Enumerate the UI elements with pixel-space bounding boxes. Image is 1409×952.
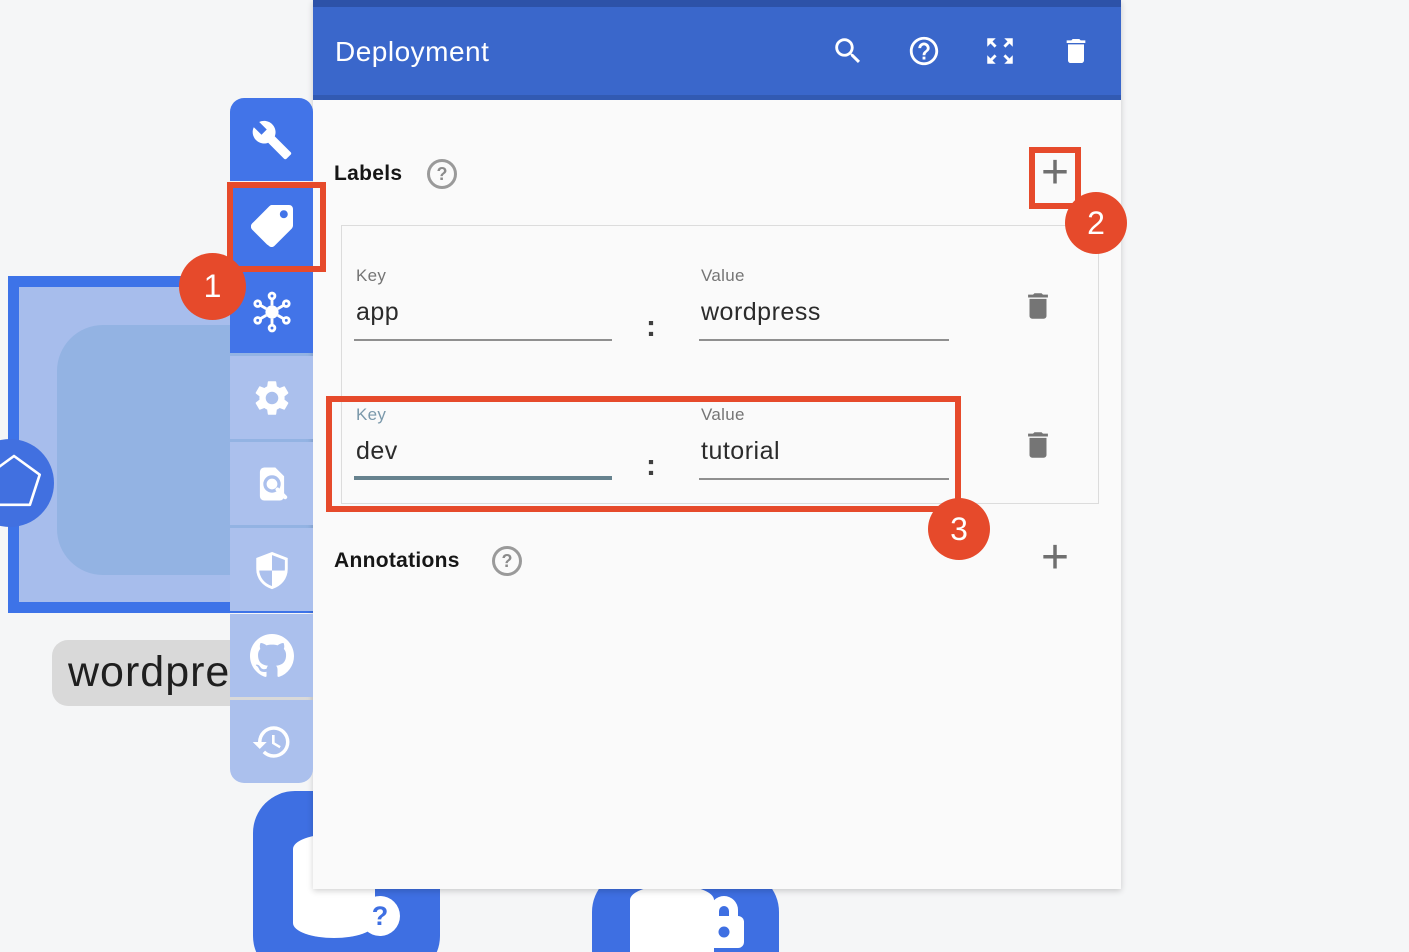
node-toolbar bbox=[230, 98, 313, 783]
wrench-icon bbox=[251, 119, 293, 161]
value-field-label: Value bbox=[701, 266, 745, 286]
trash-icon bbox=[1060, 35, 1092, 67]
search-icon bbox=[831, 34, 865, 68]
key-value-separator: : bbox=[646, 310, 656, 344]
toolbar-github-button[interactable] bbox=[230, 614, 313, 697]
value-field-label: Value bbox=[701, 405, 745, 425]
help-button[interactable] bbox=[906, 33, 942, 69]
pentagon-node-badge[interactable] bbox=[0, 437, 56, 529]
value-input[interactable] bbox=[699, 298, 949, 341]
tag-icon bbox=[251, 205, 293, 247]
trash-icon bbox=[1021, 428, 1055, 462]
toolbar-history-button[interactable] bbox=[230, 700, 313, 783]
document-search-icon bbox=[250, 462, 294, 506]
toolbar-labels-button[interactable] bbox=[230, 184, 313, 267]
toolbar-inspect-button[interactable] bbox=[230, 442, 313, 525]
labels-help-icon[interactable]: ? bbox=[427, 159, 457, 189]
labels-section-title: Labels bbox=[334, 162, 402, 186]
key-field-label: Key bbox=[356, 266, 386, 286]
label-row: Key : Value bbox=[342, 365, 1098, 504]
details-panel: Deployment Labels ? + bbox=[313, 0, 1121, 889]
search-button[interactable] bbox=[830, 33, 866, 69]
toolbar-security-button[interactable] bbox=[230, 528, 313, 611]
label-key-field: Key bbox=[354, 365, 610, 504]
annotations-section-title: Annotations bbox=[334, 549, 460, 573]
labels-list: Key : Value Key : bbox=[341, 225, 1099, 504]
panel-header: Deployment bbox=[313, 0, 1121, 100]
delete-label-button[interactable] bbox=[1018, 286, 1058, 326]
annotations-help-icon[interactable]: ? bbox=[492, 546, 522, 576]
kube-graph-editor: wordpress ? bbox=[0, 0, 1409, 952]
expand-icon bbox=[983, 34, 1017, 68]
label-key-field: Key bbox=[354, 226, 610, 365]
delete-label-button[interactable] bbox=[1018, 425, 1058, 465]
value-input[interactable] bbox=[699, 437, 949, 480]
add-annotation-button[interactable]: + bbox=[1033, 538, 1077, 582]
label-value-field: Value bbox=[699, 365, 947, 504]
toolbar-build-button[interactable] bbox=[230, 98, 313, 181]
add-label-button[interactable]: + bbox=[1033, 153, 1077, 197]
question-glyph: ? bbox=[372, 901, 389, 931]
key-value-separator: : bbox=[646, 449, 656, 483]
panel-title: Deployment bbox=[335, 36, 489, 68]
trash-icon bbox=[1021, 289, 1055, 323]
toolbar-network-button[interactable] bbox=[230, 270, 313, 353]
fit-view-button[interactable] bbox=[982, 33, 1018, 69]
key-input[interactable] bbox=[354, 437, 612, 480]
history-icon bbox=[251, 721, 293, 763]
help-icon bbox=[907, 34, 941, 68]
toolbar-settings-button[interactable] bbox=[230, 356, 313, 439]
panel-header-actions bbox=[830, 33, 1094, 69]
label-value-field: Value bbox=[699, 226, 947, 365]
shield-icon bbox=[250, 548, 294, 592]
key-input[interactable] bbox=[354, 298, 612, 341]
label-row: Key : Value bbox=[342, 226, 1098, 365]
delete-node-button[interactable] bbox=[1058, 33, 1094, 69]
key-field-label: Key bbox=[356, 405, 386, 425]
gear-icon bbox=[251, 377, 293, 419]
hub-icon bbox=[250, 290, 294, 334]
github-icon bbox=[250, 634, 294, 678]
